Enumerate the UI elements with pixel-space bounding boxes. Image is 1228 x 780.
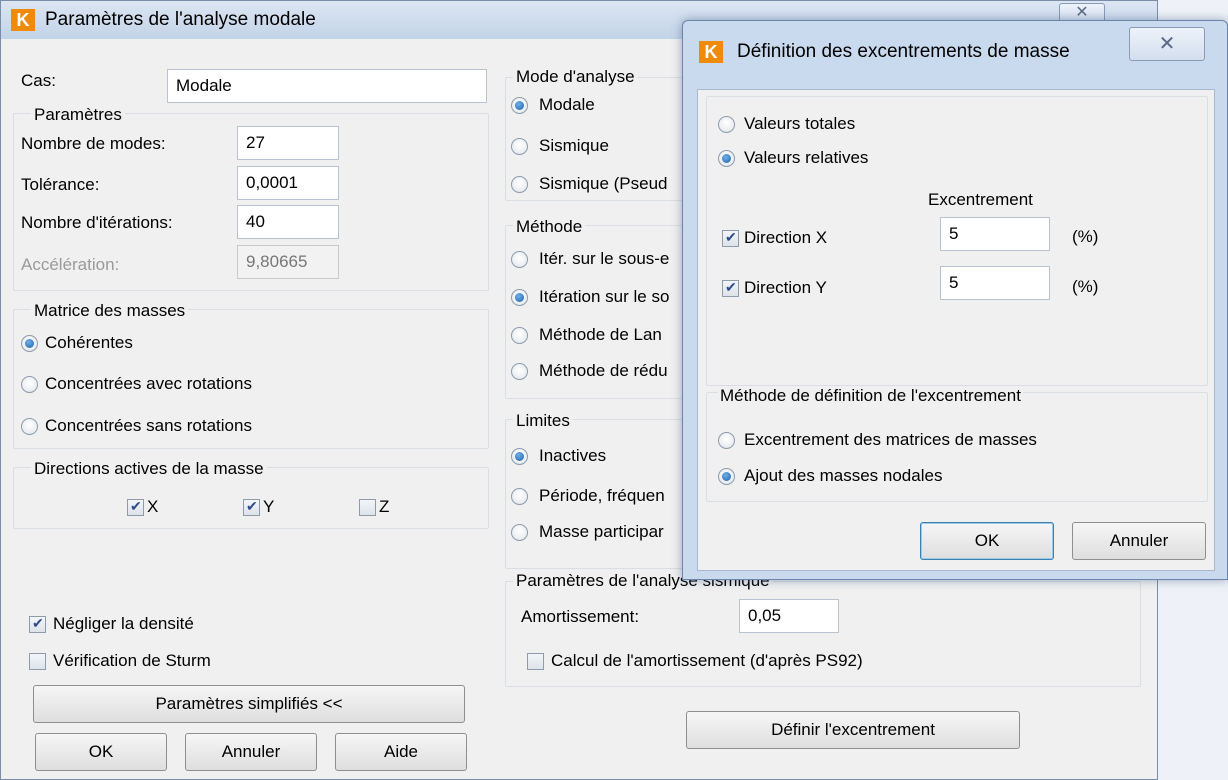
mode-analyse-title: Mode d'analyse [513, 67, 638, 87]
excentrement-dialog: K Définition des excentrements de masse … [682, 20, 1228, 580]
checkbox-negliger[interactable] [29, 615, 46, 633]
dialog-methode-title: Méthode de définition de l'excentrement [718, 386, 1023, 406]
dialog-close-icon[interactable]: ✕ [1129, 27, 1205, 61]
z-label: Z [379, 497, 390, 516]
checkbox-z[interactable] [359, 499, 376, 516]
methode-title: Méthode [513, 217, 586, 237]
tolerance-label: Tolérance: [21, 175, 100, 194]
y-label: Y [263, 497, 275, 516]
sismique-group [505, 581, 1141, 687]
modale-label: Modale [539, 95, 595, 114]
radio-excentrement-matrices[interactable] [718, 432, 735, 449]
radio-coherentes[interactable] [21, 335, 38, 352]
sismique-pseudo-label: Sismique (Pseud [539, 174, 668, 193]
checkbox-direction-x[interactable] [722, 229, 739, 247]
iteration-sous-label: Itération sur le so [539, 287, 670, 306]
checkbox-calcul-amortissement[interactable] [527, 653, 544, 670]
radio-lanczos[interactable] [511, 327, 528, 344]
radio-sismique[interactable] [511, 138, 528, 155]
help-button[interactable]: Aide [335, 733, 467, 771]
nb-modes-input[interactable]: 27 [237, 126, 339, 160]
simplified-params-button[interactable]: Paramètres simplifiés << [33, 685, 465, 723]
checkbox-sturm[interactable] [29, 653, 46, 670]
acceleration-label: Accélération: [21, 255, 120, 274]
radio-sismique-pseudo[interactable] [511, 176, 528, 193]
radio-concentrees-sans[interactable] [21, 418, 38, 435]
matrice-title: Matrice des masses [31, 301, 189, 321]
radio-iter-sous-espace[interactable] [511, 251, 528, 268]
iter-sous-espace-label: Itér. sur le sous-e [539, 249, 670, 268]
dialog-ok-button[interactable]: OK [920, 522, 1054, 560]
excentrement-header: Excentrement [928, 190, 1033, 209]
direction-y-input[interactable]: 5 [940, 266, 1050, 300]
dialog-body: Valeurs totales Valeurs relatives Excent… [697, 89, 1215, 571]
lanczos-label: Méthode de Lan [539, 325, 662, 344]
concentrees-sans-label: Concentrées sans rotations [45, 416, 252, 435]
excentrement-matrices-label: Excentrement des matrices de masses [744, 430, 1037, 449]
radio-concentrees-avec[interactable] [21, 376, 38, 393]
radio-masse-participante[interactable] [511, 524, 528, 541]
dialog-title: Définition des excentrements de masse [737, 41, 1070, 62]
ok-button[interactable]: OK [35, 733, 167, 771]
window-title: Paramètres de l'analyse modale [45, 9, 316, 30]
tolerance-input[interactable]: 0,0001 [237, 166, 339, 200]
iterations-label: Nombre d'itérations: [21, 213, 173, 232]
acceleration-input: 9,80665 [237, 245, 339, 279]
negliger-label: Négliger la densité [53, 614, 194, 633]
reduction-label: Méthode de rédu [539, 361, 668, 380]
cas-input[interactable]: Modale [167, 69, 487, 103]
concentrees-avec-label: Concentrées avec rotations [45, 374, 252, 393]
iterations-input[interactable]: 40 [237, 205, 339, 239]
ajout-masses-label: Ajout des masses nodales [744, 466, 943, 485]
cancel-button[interactable]: Annuler [185, 733, 317, 771]
app-logo-icon: K [11, 9, 35, 31]
dialog-title-bar[interactable]: K Définition des excentrements de masse … [683, 21, 1227, 77]
amortissement-label: Amortissement: [521, 607, 640, 626]
sismique-label: Sismique [539, 136, 609, 155]
periode-label: Période, fréquen [539, 486, 665, 505]
calcul-amortissement-label: Calcul de l'amortissement (d'après PS92) [551, 651, 863, 670]
define-excentrement-button[interactable]: Définir l'excentrement [686, 711, 1020, 749]
checkbox-direction-y[interactable] [722, 279, 739, 297]
limites-title: Limites [513, 411, 573, 431]
nb-modes-label: Nombre de modes: [21, 134, 166, 153]
radio-valeurs-totales[interactable] [718, 116, 735, 133]
radio-iteration-sous[interactable] [511, 289, 528, 306]
direction-x-input[interactable]: 5 [940, 217, 1050, 251]
x-label: X [147, 497, 159, 516]
radio-ajout-masses[interactable] [718, 468, 735, 485]
checkbox-y[interactable] [243, 498, 260, 516]
valeurs-relatives-label: Valeurs relatives [744, 148, 869, 167]
dialog-logo-icon: K [699, 41, 723, 63]
direction-x-unit: (%) [1072, 227, 1099, 246]
radio-periode[interactable] [511, 488, 528, 505]
checkbox-x[interactable] [127, 498, 144, 516]
sturm-label: Vérification de Sturm [53, 651, 211, 670]
cas-label: Cas: [21, 71, 56, 90]
direction-y-label: Direction Y [744, 278, 827, 297]
parametres-title: Paramètres [31, 105, 125, 125]
radio-valeurs-relatives[interactable] [718, 150, 735, 167]
coherentes-label: Cohérentes [45, 333, 133, 352]
masse-participante-label: Masse participar [539, 522, 664, 541]
valeurs-totales-label: Valeurs totales [744, 114, 856, 133]
dialog-cancel-button[interactable]: Annuler [1072, 522, 1206, 560]
radio-inactives[interactable] [511, 448, 528, 465]
directions-title: Directions actives de la masse [31, 459, 267, 479]
direction-y-unit: (%) [1072, 277, 1099, 296]
direction-x-label: Direction X [744, 228, 828, 247]
amortissement-input[interactable]: 0,05 [739, 599, 839, 633]
inactives-label: Inactives [539, 446, 607, 465]
radio-modale[interactable] [511, 97, 528, 114]
radio-reduction[interactable] [511, 363, 528, 380]
